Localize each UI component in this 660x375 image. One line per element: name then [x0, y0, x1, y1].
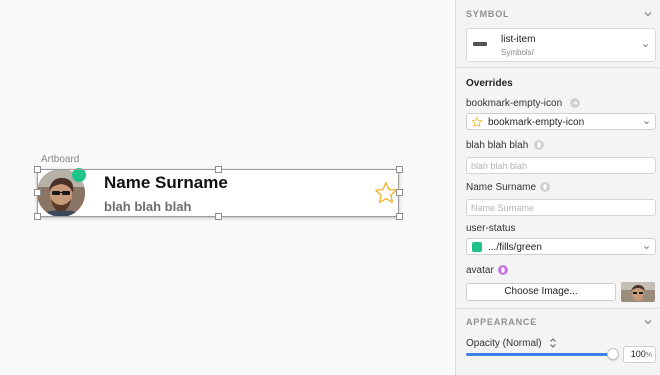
status-override-label: user-status	[466, 223, 516, 234]
opacity-input[interactable]: 100%	[623, 346, 656, 363]
appearance-section-title: APPEARANCE	[466, 317, 538, 327]
choose-image-button[interactable]: Choose Image...	[466, 283, 616, 301]
resize-handle-top[interactable]	[215, 166, 222, 173]
chevron-down-icon	[643, 44, 648, 48]
go-to-symbol-icon[interactable]	[570, 98, 580, 108]
symbol-path: Symbols/	[501, 48, 534, 57]
resize-handle-bottom-right[interactable]	[396, 213, 403, 220]
symbol-section-header[interactable]: SYMBOL	[456, 0, 660, 28]
chevron-down-icon[interactable]	[643, 317, 653, 327]
resize-handle-bottom[interactable]	[215, 213, 222, 220]
image-style-icon	[498, 265, 508, 275]
overrides-heading: Overrides	[466, 78, 513, 89]
chevron-down-icon	[644, 246, 649, 250]
bookmark-override-label: bookmark-empty-icon	[466, 98, 563, 109]
canvas[interactable]: Artboard Name Surname blah blah blah	[0, 0, 455, 375]
resize-handle-top-left[interactable]	[34, 166, 41, 173]
bookmark-override-value: bookmark-empty-icon	[488, 117, 585, 128]
chevron-down-icon	[644, 121, 649, 125]
name-override-input[interactable]	[466, 199, 656, 216]
inspector-panel: SYMBOL list-item Symbols/ Overrides book…	[455, 0, 660, 375]
resize-handle-left[interactable]	[34, 189, 41, 196]
name-override-label: Name Surname	[466, 182, 537, 193]
appearance-section-header[interactable]: APPEARANCE	[456, 308, 660, 336]
divider	[456, 67, 660, 68]
symbol-section-title: SYMBOL	[466, 9, 510, 19]
opacity-value: 100	[630, 349, 646, 359]
sort-arrows-icon[interactable]	[549, 337, 557, 349]
status-color-swatch	[472, 242, 482, 252]
symbol-name: list-item	[501, 34, 536, 45]
status-override-value: .../fills/green	[488, 242, 542, 253]
opacity-slider-knob[interactable]	[607, 348, 619, 360]
artboard-label[interactable]: Artboard	[41, 154, 79, 165]
symbol-selector[interactable]: list-item Symbols/	[466, 28, 656, 62]
opacity-label[interactable]: Opacity (Normal)	[466, 338, 542, 349]
opacity-slider-track[interactable]	[466, 353, 614, 356]
star-icon	[471, 116, 483, 128]
blah-override-input[interactable]	[466, 157, 656, 174]
avatar-thumbnail[interactable]	[621, 282, 655, 302]
opacity-unit: %	[645, 352, 652, 359]
bookmark-override-dropdown[interactable]: bookmark-empty-icon	[466, 113, 656, 130]
blah-override-label: blah blah blah	[466, 140, 529, 151]
resize-handle-top-right[interactable]	[396, 166, 403, 173]
text-style-icon	[534, 140, 544, 150]
status-override-dropdown[interactable]: .../fills/green	[466, 238, 656, 255]
resize-handle-bottom-left[interactable]	[34, 213, 41, 220]
avatar-override-label: avatar	[466, 265, 494, 276]
card-subtitle[interactable]: blah blah blah	[104, 199, 191, 214]
chevron-down-icon[interactable]	[643, 9, 653, 19]
resize-handle-right[interactable]	[396, 189, 403, 196]
symbol-thumbnail	[473, 42, 487, 46]
card-name[interactable]: Name Surname	[104, 173, 228, 193]
text-style-icon	[540, 182, 550, 192]
user-status-dot	[72, 168, 86, 182]
